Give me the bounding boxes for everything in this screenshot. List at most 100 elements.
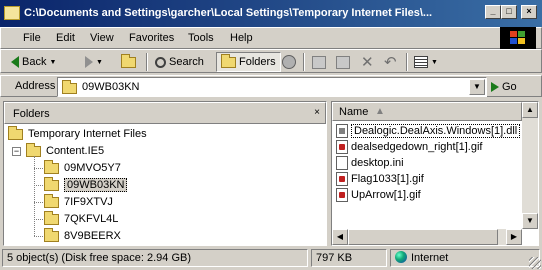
move-to-icon (312, 55, 326, 69)
menu-file[interactable]: File (23, 32, 41, 44)
file-list: Dealogic.DealAxis.Windows[1].dll dealsedg… (332, 122, 522, 228)
scroll-down-icon[interactable]: ▼ (522, 213, 538, 229)
file-list-pane: Name ▲ Dealogic.DealAxis.Windows[1].dll d… (331, 101, 539, 246)
forward-arrow-icon (85, 56, 93, 68)
menu-edit[interactable]: Edit (56, 32, 75, 44)
folder-icon (44, 210, 59, 225)
views-dropdown-icon[interactable]: ▼ (431, 59, 438, 66)
toolbar-separator (406, 53, 408, 71)
tree-item[interactable]: 09WB03KN (44, 176, 128, 193)
standard-toolbar: Back ▼ ▼ Search Folders ✕ ↶ ▼ (0, 49, 542, 73)
search-icon (155, 56, 166, 68)
status-zone-label: Internet (411, 252, 449, 264)
undo-button[interactable]: ↶ (384, 52, 397, 72)
history-button[interactable] (282, 52, 296, 72)
tree-item[interactable]: Content.IE5 (26, 142, 104, 159)
menu-help[interactable]: Help (230, 32, 253, 44)
file-list-item[interactable]: UpArrow[1].gif (336, 187, 421, 203)
ini-file-icon (336, 156, 348, 170)
folders-label: Folders (239, 56, 276, 68)
file-list-item[interactable]: Flag1033[1].gif (336, 171, 424, 187)
file-list-item[interactable]: dealsedgedown_right[1].gif (336, 139, 482, 155)
scroll-left-icon[interactable]: ◀ (332, 229, 348, 245)
address-value: 09WB03KN (82, 81, 140, 93)
menu-tools[interactable]: Tools (188, 32, 214, 44)
folders-pane-header: Folders × (4, 102, 326, 124)
folder-icon (44, 193, 59, 208)
tree-item-label: Temporary Internet Files (28, 128, 147, 140)
scroll-thumb[interactable] (348, 229, 498, 245)
resize-grip[interactable] (529, 257, 541, 269)
copy-to-icon (336, 55, 350, 69)
copy-to-button[interactable] (336, 52, 350, 72)
vertical-scrollbar[interactable] (522, 102, 538, 229)
tree-connector (34, 168, 43, 169)
tree-item-label: 7IF9XTVJ (64, 196, 113, 208)
window-title: C:\Documents and Settings\garcher\Local … (24, 7, 433, 19)
address-folder-icon (62, 80, 77, 94)
status-zone: Internet (390, 249, 540, 267)
history-icon (282, 55, 296, 69)
folder-icon (44, 227, 59, 242)
toolbar-separator (303, 53, 305, 71)
tree-item[interactable]: Temporary Internet Files (8, 125, 147, 142)
internet-zone-icon (395, 251, 407, 263)
forward-button[interactable]: ▼ (85, 52, 103, 72)
status-size: 797 KB (311, 249, 387, 267)
collapse-icon[interactable]: − (12, 147, 21, 156)
tree-item-label: 09MVO5Y7 (64, 162, 121, 174)
back-label: Back (22, 56, 47, 68)
move-to-button[interactable] (312, 52, 326, 72)
title-bar[interactable]: C:\Documents and Settings\garcher\Local … (0, 0, 542, 27)
back-button[interactable]: Back ▼ (11, 52, 56, 72)
tree-item[interactable]: 7QKFVL4L (44, 210, 118, 227)
sort-ascending-icon: ▲ (375, 106, 385, 117)
close-button[interactable]: × (521, 5, 537, 19)
folders-button[interactable]: Folders (216, 52, 281, 72)
name-column-label: Name (339, 106, 369, 118)
scroll-up-icon[interactable]: ▲ (522, 102, 538, 118)
delete-button[interactable]: ✕ (361, 52, 374, 72)
undo-icon: ↶ (384, 54, 397, 71)
folder-icon (44, 159, 59, 174)
tree-connector (34, 156, 35, 236)
tree-item[interactable]: 09MVO5Y7 (44, 159, 121, 176)
toolbar-separator (146, 53, 148, 71)
name-column-header[interactable]: Name ▲ (332, 102, 522, 121)
back-dropdown-icon[interactable]: ▼ (49, 59, 56, 66)
up-button[interactable] (121, 52, 136, 72)
menu-view[interactable]: View (90, 32, 114, 44)
folders-pane-title: Folders (13, 108, 50, 120)
close-icon[interactable]: × (314, 107, 320, 118)
tree-item[interactable]: 7IF9XTVJ (44, 193, 113, 210)
folder-icon (8, 125, 23, 140)
status-object-count: 5 object(s) (Disk free space: 2.94 GB) (2, 249, 308, 267)
go-button[interactable]: Go (491, 78, 517, 96)
search-button[interactable]: Search (155, 52, 204, 72)
folder-icon (26, 142, 41, 157)
forward-dropdown-icon[interactable]: ▼ (96, 59, 103, 66)
back-arrow-icon (11, 56, 19, 68)
tree-item-label: 09WB03KN (64, 178, 128, 192)
folders-icon (221, 53, 236, 68)
folder-app-icon[interactable] (4, 6, 20, 20)
tree-item-label: 8V9BEERX (64, 230, 121, 242)
address-bar: Address 09WB03KN ▼ Go (0, 75, 542, 97)
file-list-item[interactable]: desktop.ini (336, 155, 404, 171)
file-list-item[interactable]: Dealogic.DealAxis.Windows[1].dll (336, 123, 521, 139)
address-input[interactable]: 09WB03KN ▼ (57, 77, 487, 97)
address-dropdown-icon[interactable]: ▼ (469, 79, 485, 95)
folder-tree: Temporary Internet Files Content.IE5 − 09MV… (4, 124, 326, 244)
file-name: Flag1033[1].gif (351, 173, 424, 185)
scroll-right-icon[interactable]: ▶ (506, 229, 522, 245)
up-folder-icon (121, 53, 136, 68)
maximize-button[interactable]: □ (501, 5, 517, 19)
file-name: Dealogic.DealAxis.Windows[1].dll (351, 124, 521, 138)
minimize-button[interactable]: _ (485, 5, 501, 19)
views-button[interactable]: ▼ (414, 52, 438, 72)
gif-file-icon (336, 172, 348, 186)
tree-item[interactable]: 8V9BEERX (44, 227, 121, 244)
file-name: UpArrow[1].gif (351, 189, 421, 201)
file-name: dealsedgedown_right[1].gif (351, 141, 483, 153)
menu-favorites[interactable]: Favorites (129, 32, 174, 44)
